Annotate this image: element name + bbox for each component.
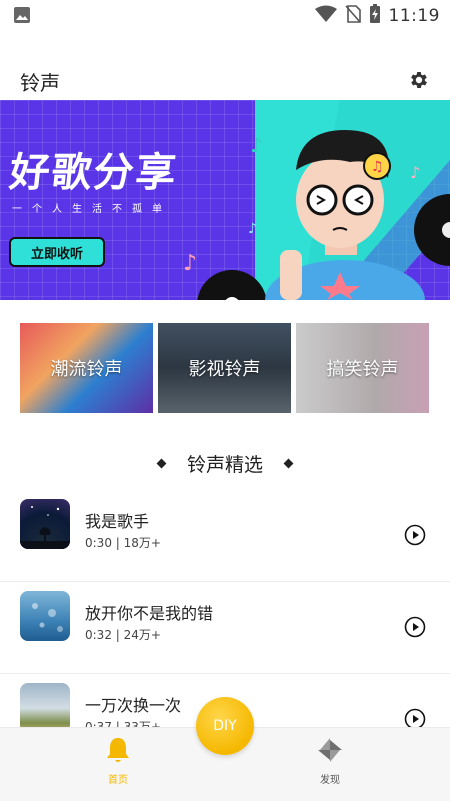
play-icon[interactable] <box>404 616 426 638</box>
promo-banner[interactable]: ♫ ♪ ♪ ♪ ♪ 好歌分享 一个人生活不孤单 立即收听 <box>0 100 450 300</box>
no-sim-icon <box>344 5 361 27</box>
svg-text:♪: ♪ <box>248 221 257 237</box>
tab-discover-label: 发现 <box>320 775 340 786</box>
section-header: 铃声精选 <box>0 450 450 476</box>
song-meta: 0:30 | 18万+ <box>85 536 161 550</box>
list-item[interactable]: 放开你不是我的错 0:32 | 24万+ <box>0 582 450 674</box>
tab-discover[interactable]: 发现 <box>290 736 370 786</box>
app-bar: 铃声 <box>0 55 450 100</box>
status-bar: 11:19 <box>0 0 450 30</box>
svg-text:♪: ♪ <box>183 251 197 276</box>
song-cover <box>20 683 70 733</box>
tab-home[interactable]: 首页 <box>78 736 158 786</box>
category-trending[interactable]: 潮流铃声 <box>20 323 153 413</box>
tab-home-label: 首页 <box>108 775 128 786</box>
wifi-icon <box>314 5 337 27</box>
category-film[interactable]: 影视铃声 <box>158 323 291 413</box>
section-title: 铃声精选 <box>186 453 263 476</box>
category-label: 搞笑铃声 <box>326 359 399 380</box>
play-icon[interactable] <box>404 524 426 546</box>
svg-text:♪: ♪ <box>250 133 263 157</box>
clock: 11:19 <box>388 6 440 26</box>
banner-subtitle: 一个人生活不孤单 <box>12 204 172 215</box>
listen-now-button[interactable]: 立即收听 <box>9 237 105 267</box>
song-title: 我是歌手 <box>85 512 150 531</box>
song-cover <box>20 591 70 641</box>
bell-icon <box>105 738 131 768</box>
image-icon <box>13 6 31 28</box>
category-label: 影视铃声 <box>188 359 261 380</box>
category-funny[interactable]: 搞笑铃声 <box>296 323 429 413</box>
category-label: 潮流铃声 <box>50 359 123 380</box>
list-item[interactable]: 我是歌手 0:30 | 18万+ <box>0 490 450 582</box>
diamond-icon <box>156 458 167 468</box>
song-title: 放开你不是我的错 <box>85 604 214 623</box>
banner-title: 好歌分享 <box>7 150 180 196</box>
svg-text:♪: ♪ <box>410 163 420 182</box>
diy-button[interactable]: DIY <box>196 697 254 755</box>
diamond-icon <box>283 458 294 468</box>
svg-text:♫: ♫ <box>371 159 384 175</box>
song-meta: 0:32 | 24万+ <box>85 628 161 642</box>
battery-charging-icon <box>369 4 381 28</box>
gear-icon[interactable] <box>408 69 430 91</box>
pinwheel-icon <box>316 738 344 768</box>
song-title: 一万次换一次 <box>85 696 182 715</box>
song-cover <box>20 499 70 549</box>
category-row: 潮流铃声 影视铃声 搞笑铃声 <box>20 323 430 413</box>
page-title: 铃声 <box>20 71 60 95</box>
